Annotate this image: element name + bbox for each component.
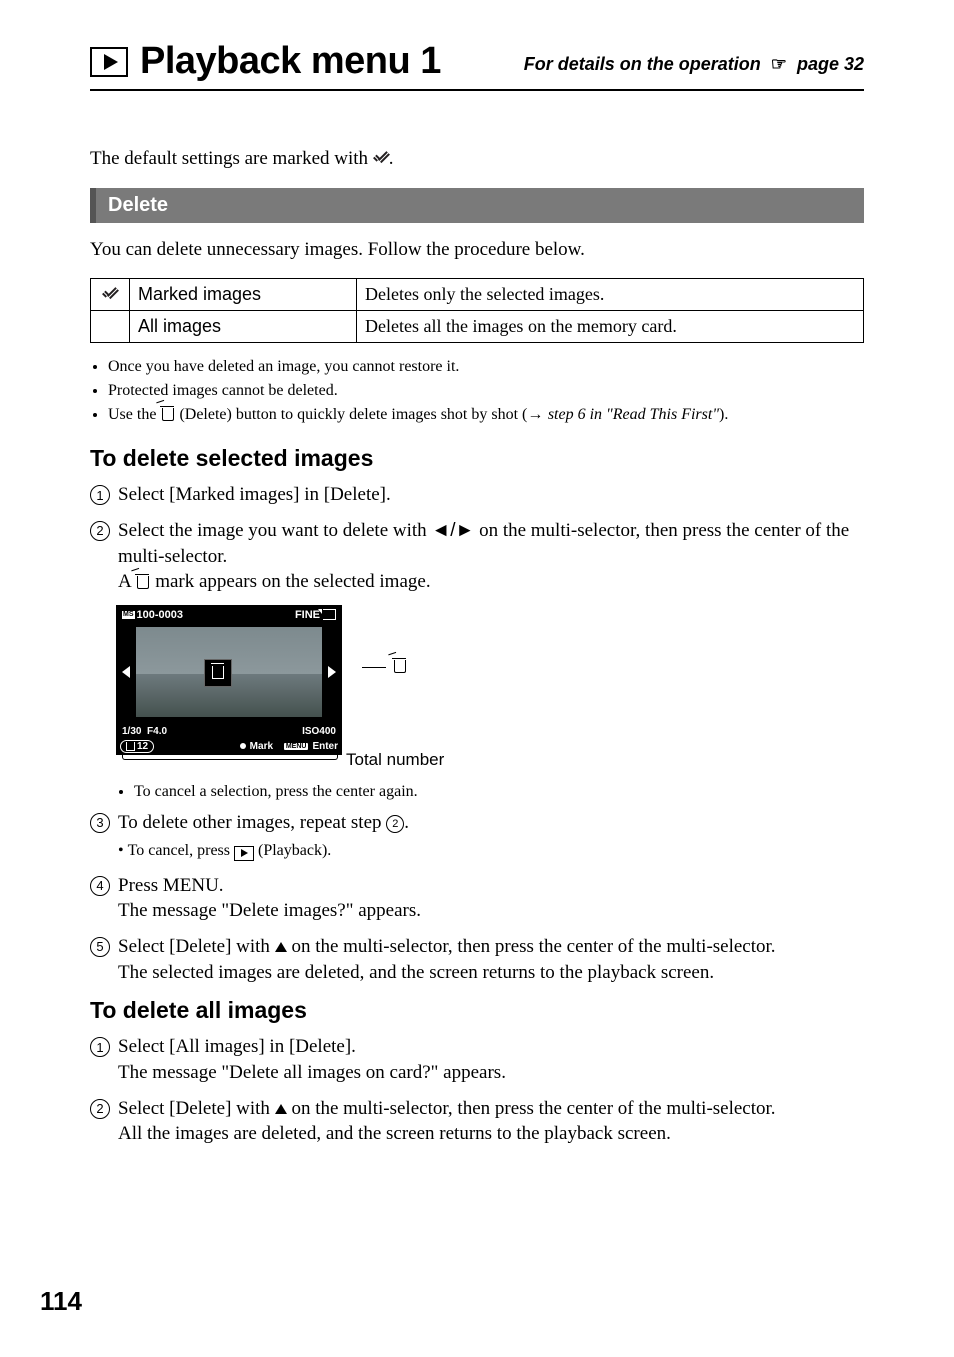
all-step2-text: Select [Delete] with on the multi-select… [118,1096,776,1147]
up-arrow-icon [275,942,287,952]
delete-options-table: Marked images Deletes only the selected … [90,278,864,343]
step-number-2: 2 [90,521,110,541]
steps-delete-all: 1 Select [All images] in [Delete]. The m… [90,1034,864,1147]
quality-rotate-indicator: FINE [295,609,336,621]
steps-delete-selected: 1 Select [Marked images] in [Delete]. 2 … [90,482,864,985]
callout-total-number: Total number [346,750,444,770]
menu-badge-icon: MENU [284,743,309,750]
playback-button-icon [234,846,254,861]
step-number-4: 4 [90,876,110,896]
page-header: Playback menu 1 For details on the opera… [90,40,864,91]
trash-icon [126,742,135,751]
shutter-speed: 1/30 F4.0 [122,726,167,737]
trash-icon [135,573,150,589]
option-marked-images-label: Marked images [130,279,357,311]
intro-text: The default settings are marked with . [90,146,864,172]
note-2: Protected images cannot be deleted. [108,379,864,403]
step5-text: Select [Delete] with on the multi-select… [118,934,776,985]
subheading-delete-selected: To delete selected images [90,445,864,472]
step1-text: Select [Marked images] in [Delete]. [118,482,391,508]
section-delete-heading: Delete [90,188,864,223]
step2-text: Select the image you want to delete with… [118,518,864,595]
header-cross-ref: For details on the operation ☞ page 32 [524,54,864,76]
step-number-1: 1 [90,485,110,505]
default-marker-cell [91,279,130,311]
option-all-images-desc: Deletes all the images on the memory car… [357,311,864,343]
controls-hint: Mark MENU Enter [240,741,338,752]
rotate-icon [323,609,336,620]
next-image-arrow [322,627,342,717]
page-number: 114 [40,1286,82,1317]
option-all-images-label: All images [130,311,357,343]
step-number-3: 3 [90,813,110,833]
step-number-2: 2 [90,1099,110,1119]
center-button-icon [240,743,246,749]
subheading-delete-all: To delete all images [90,997,864,1024]
playback-icon [90,47,128,77]
empty-marker-cell [91,311,130,343]
step3-text: To delete other images, repeat step 2. •… [118,810,409,863]
camera-lcd: MS 100-0003 FINE 1/30 F4.0 ISO400 [116,605,342,755]
up-arrow-icon [275,1104,287,1114]
memory-stick-icon: MS [122,611,135,619]
prev-image-arrow [116,627,136,717]
step-number-5: 5 [90,937,110,957]
note-1: Once you have deleted an image, you cann… [108,355,864,379]
note-3: Use the (Delete) button to quickly delet… [108,403,864,427]
callout-trash-mark [362,657,444,676]
delete-mark-overlay [204,659,232,687]
step4-text: Press MENU. The message "Delete images?"… [118,873,421,924]
iso-value: ISO400 [302,726,336,737]
trash-icon [160,405,175,421]
page-title: Playback menu 1 [140,40,441,83]
option-marked-images-desc: Deletes only the selected images. [357,279,864,311]
notes-list: Once you have deleted an image, you cann… [90,355,864,427]
step2-cancel-note: To cancel a selection, press the center … [134,780,864,804]
default-check-icon [373,151,389,165]
section-intro: You can delete unnecessary images. Follo… [90,237,864,263]
pointer-icon: ☞ [766,54,792,75]
media-folder-indicator: MS 100-0003 [122,609,183,621]
step-number-1: 1 [90,1037,110,1057]
marked-count-box: 12 [120,740,154,753]
trash-icon [392,657,407,673]
check-icon [102,287,118,301]
trash-icon [212,666,224,679]
all-step1-text: Select [All images] in [Delete]. The mes… [118,1034,506,1085]
camera-screen-illustration: MS 100-0003 FINE 1/30 F4.0 ISO400 [116,605,864,770]
left-right-arrow-icon: ◄/► [431,520,474,541]
